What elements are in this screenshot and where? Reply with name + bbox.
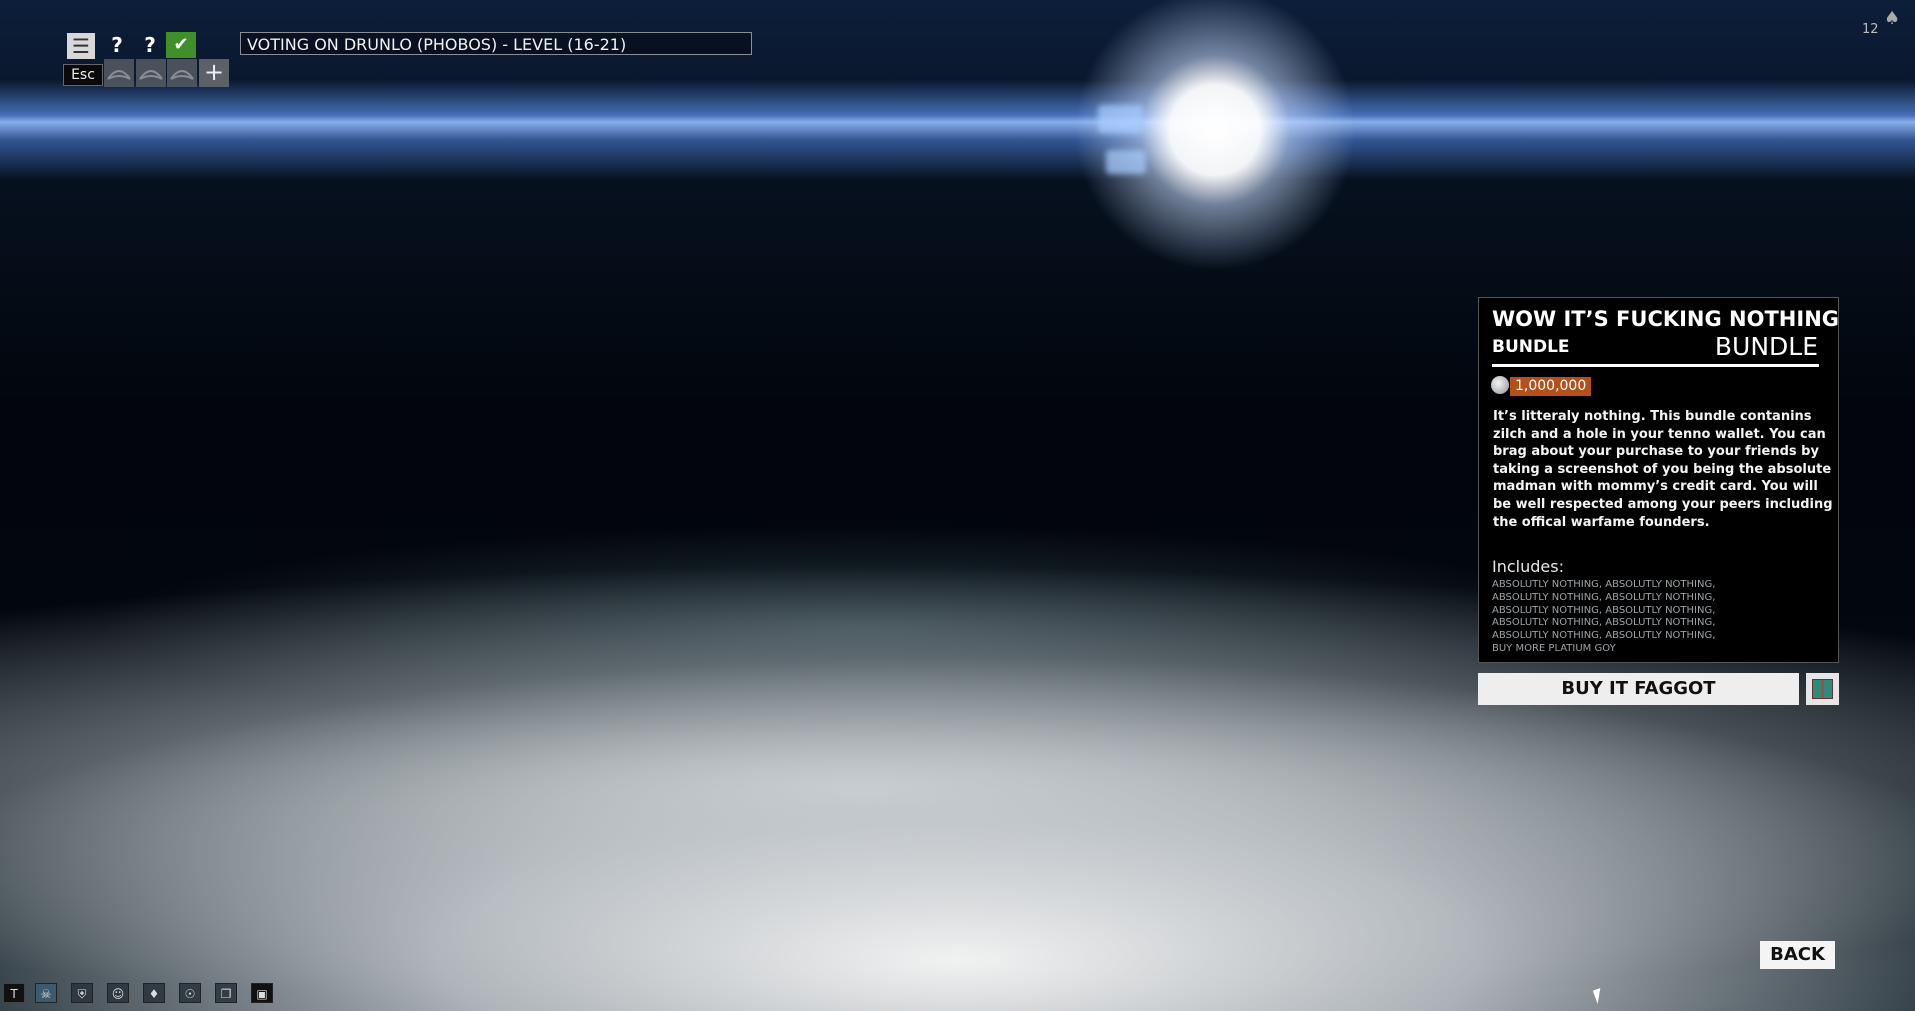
- add-squad-button[interactable]: +: [199, 59, 229, 87]
- list-item: ABSOLUTLY NOTHING, ABSOLUTLY NOTHING,: [1492, 591, 1716, 603]
- lotus-icon: [107, 70, 131, 80]
- price-badge: 1,000,000: [1510, 377, 1592, 396]
- includes-label: Includes:: [1492, 557, 1564, 576]
- shield-icon[interactable]: ⛨: [71, 983, 93, 1003]
- vote-status-bar: VOTING ON DRUNLO (PHOBOS) - LEVEL (16-21…: [240, 32, 752, 55]
- bundle-subtitle: BUNDLE: [1492, 337, 1570, 357]
- help-button[interactable]: ?: [140, 32, 160, 58]
- marker-icon[interactable]: ♦: [143, 983, 165, 1003]
- help-button[interactable]: ?: [107, 32, 127, 58]
- gift-icon: [1812, 679, 1833, 699]
- lotus-icon: [139, 70, 163, 80]
- squad-slot[interactable]: [104, 59, 134, 87]
- arsenal-shortcut-icon[interactable]: ☠: [35, 983, 57, 1003]
- lens-flare: [1098, 105, 1143, 133]
- esc-key-label: Esc: [63, 64, 103, 86]
- gift-button[interactable]: [1806, 673, 1839, 705]
- list-item: ABSOLUTLY NOTHING, ABSOLUTLY NOTHING,: [1492, 579, 1716, 590]
- bundle-type-label: BUNDLE: [1714, 332, 1818, 361]
- list-item: ABSOLUTLY NOTHING, ABSOLUTLY NOTHING,: [1492, 617, 1716, 629]
- lens-flare: [1106, 150, 1146, 174]
- buy-button[interactable]: BUY IT FAGGOT: [1478, 673, 1799, 705]
- includes-list: ABSOLUTLY NOTHING, ABSOLUTLY NOTHING, AB…: [1492, 579, 1832, 656]
- hamburger-icon: ☰: [72, 34, 90, 58]
- ready-button[interactable]: ✔: [166, 32, 196, 58]
- list-item: ABSOLUTLY NOTHING, ABSOLUTLY NOTHING,: [1492, 604, 1716, 616]
- back-button[interactable]: BACK: [1760, 941, 1835, 969]
- expand-icon[interactable]: ❐: [215, 983, 237, 1003]
- window-icon[interactable]: ▣: [251, 983, 273, 1003]
- list-item: BUY MORE PLATIUM GOY: [1492, 642, 1616, 654]
- menu-button[interactable]: ☰: [67, 33, 95, 59]
- player-count: 12: [1862, 22, 1879, 37]
- squad-slot[interactable]: [167, 59, 197, 87]
- chat-toggle-button[interactable]: T: [3, 983, 25, 1003]
- face-icon[interactable]: ☺: [107, 983, 129, 1003]
- search-icon[interactable]: ☉: [179, 983, 201, 1003]
- player-count-indicator: ♠ 12: [1862, 8, 1902, 38]
- divider: [1492, 364, 1819, 367]
- squad-slot[interactable]: [136, 59, 166, 87]
- bundle-description: It’s litteraly nothing. This bundle cont…: [1493, 409, 1833, 530]
- platinum-icon: [1491, 376, 1509, 394]
- corner-icon: ♠: [1884, 8, 1901, 29]
- lotus-icon: [170, 70, 194, 80]
- bundle-title: WOW IT’S FUCKING NOTHING: [1492, 307, 1840, 331]
- bundle-panel: WOW IT’S FUCKING NOTHING BUNDLE BUNDLE 1…: [1478, 297, 1839, 663]
- list-item: ABSOLUTLY NOTHING, ABSOLUTLY NOTHING,: [1492, 630, 1716, 642]
- check-icon: ✔: [173, 34, 189, 55]
